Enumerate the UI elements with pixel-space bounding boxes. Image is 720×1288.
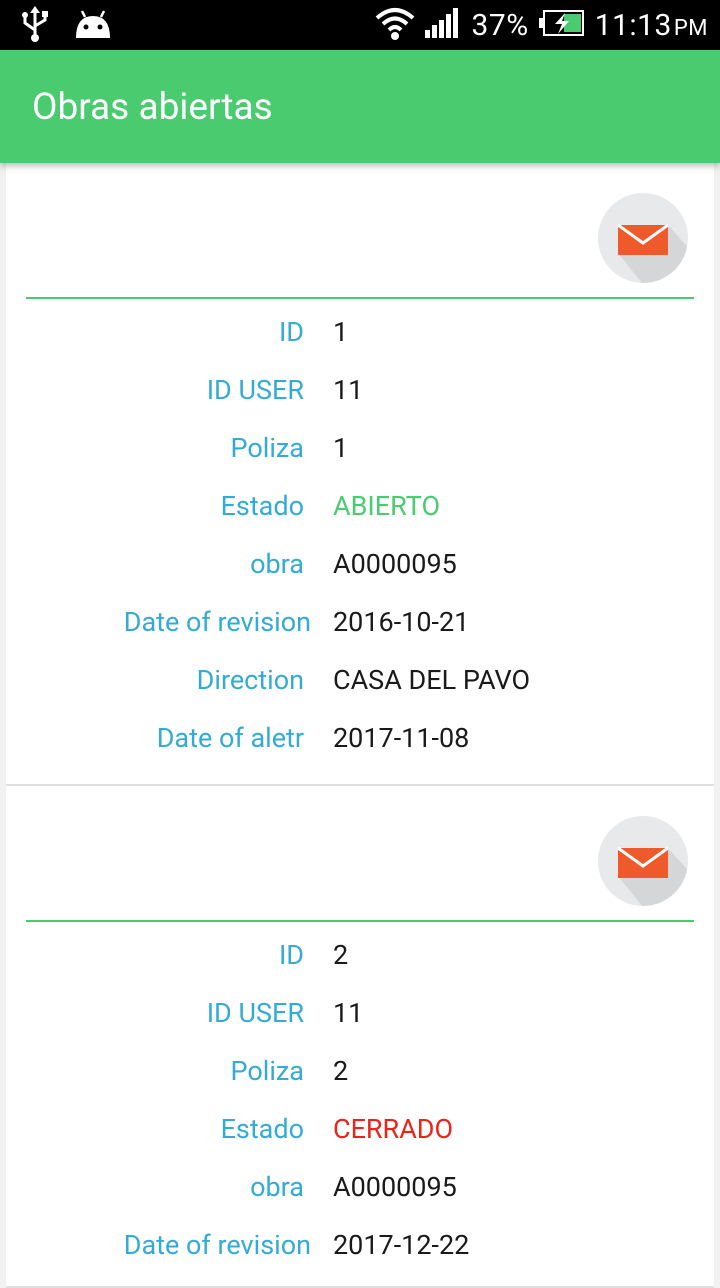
- field-label: Estado: [220, 1113, 304, 1145]
- battery-charging-icon: [538, 10, 585, 40]
- clock: 11:13PM: [595, 8, 708, 43]
- mail-icon: [598, 223, 688, 283]
- obras-list[interactable]: ID 1 ID USER 11 Poliza 1 Estado ABIERTO …: [0, 163, 720, 1288]
- field-label: obra: [250, 548, 304, 580]
- page-title: Obras abiertas: [32, 86, 273, 129]
- field-id-user: ID USER 11: [6, 361, 714, 419]
- field-direction: Direction CASA DEL PAVO: [6, 651, 714, 709]
- field-date-alert: Date of aletr 2017-11-08: [6, 709, 714, 767]
- wifi-icon: [375, 6, 415, 44]
- obra-details: ID 1 ID USER 11 Poliza 1 Estado ABIERTO …: [6, 303, 714, 767]
- field-value: A0000095: [333, 1171, 457, 1203]
- battery-percent: 37%: [471, 7, 529, 43]
- field-value: CASA DEL PAVO: [333, 664, 531, 696]
- status-badge: CERRADO: [333, 1113, 454, 1145]
- mail-icon: [598, 846, 688, 906]
- clock-time: 11:13: [594, 7, 672, 43]
- status-badge: ABIERTO: [333, 490, 441, 522]
- signal-icon: [425, 8, 461, 42]
- field-value: 2016-10-21: [333, 606, 470, 638]
- field-value: 2017-12-22: [333, 1229, 470, 1261]
- field-label: Direction: [196, 664, 304, 696]
- obra-card: ID 2 ID USER 11 Poliza 2 Estado CERRADO …: [6, 786, 714, 1288]
- field-label: Poliza: [230, 432, 304, 464]
- field-value: 2017-11-08: [333, 722, 470, 754]
- field-label: Date of aletr: [156, 722, 304, 754]
- android-icon: [74, 10, 112, 44]
- card-divider: [26, 297, 694, 299]
- field-label: Date of revision: [123, 1229, 311, 1261]
- field-label: ID: [278, 939, 304, 971]
- field-id: ID 1: [6, 303, 714, 361]
- field-label: Estado: [220, 490, 304, 522]
- field-estado: Estado CERRADO: [6, 1100, 714, 1158]
- obra-card: ID 1 ID USER 11 Poliza 1 Estado ABIERTO …: [6, 163, 714, 786]
- field-obra: obra A0000095: [6, 535, 714, 593]
- field-value: 2: [333, 1055, 349, 1087]
- status-system: 37% 11:13PM: [375, 0, 708, 50]
- send-mail-button[interactable]: [598, 193, 688, 283]
- field-label: obra: [250, 1171, 304, 1203]
- clock-ampm: PM: [673, 15, 708, 41]
- usb-icon: [20, 6, 50, 48]
- field-value: 1: [333, 316, 349, 348]
- obra-details: ID 2 ID USER 11 Poliza 2 Estado CERRADO …: [6, 926, 714, 1274]
- field-value: 11: [333, 997, 364, 1029]
- field-poliza: Poliza 2: [6, 1042, 714, 1100]
- field-estado: Estado ABIERTO: [6, 477, 714, 535]
- field-label: ID USER: [206, 374, 304, 406]
- status-notifications: [20, 6, 112, 48]
- field-obra: obra A0000095: [6, 1158, 714, 1216]
- field-label: Poliza: [230, 1055, 304, 1087]
- field-date-revision: Date of revision 2017-12-22: [6, 1216, 714, 1274]
- field-value: 1: [333, 432, 349, 464]
- status-bar: 37% 11:13PM: [0, 0, 720, 50]
- field-label: ID USER: [206, 997, 304, 1029]
- field-value: A0000095: [333, 548, 457, 580]
- field-label: Date of revision: [123, 606, 311, 638]
- field-poliza: Poliza 1: [6, 419, 714, 477]
- field-value: 2: [333, 939, 349, 971]
- send-mail-button[interactable]: [598, 816, 688, 906]
- field-id: ID 2: [6, 926, 714, 984]
- field-value: 11: [333, 374, 364, 406]
- field-label: ID: [278, 316, 304, 348]
- field-date-revision: Date of revision 2016-10-21: [6, 593, 714, 651]
- app-bar: Obras abiertas: [0, 50, 720, 163]
- card-divider: [26, 920, 694, 922]
- field-id-user: ID USER 11: [6, 984, 714, 1042]
